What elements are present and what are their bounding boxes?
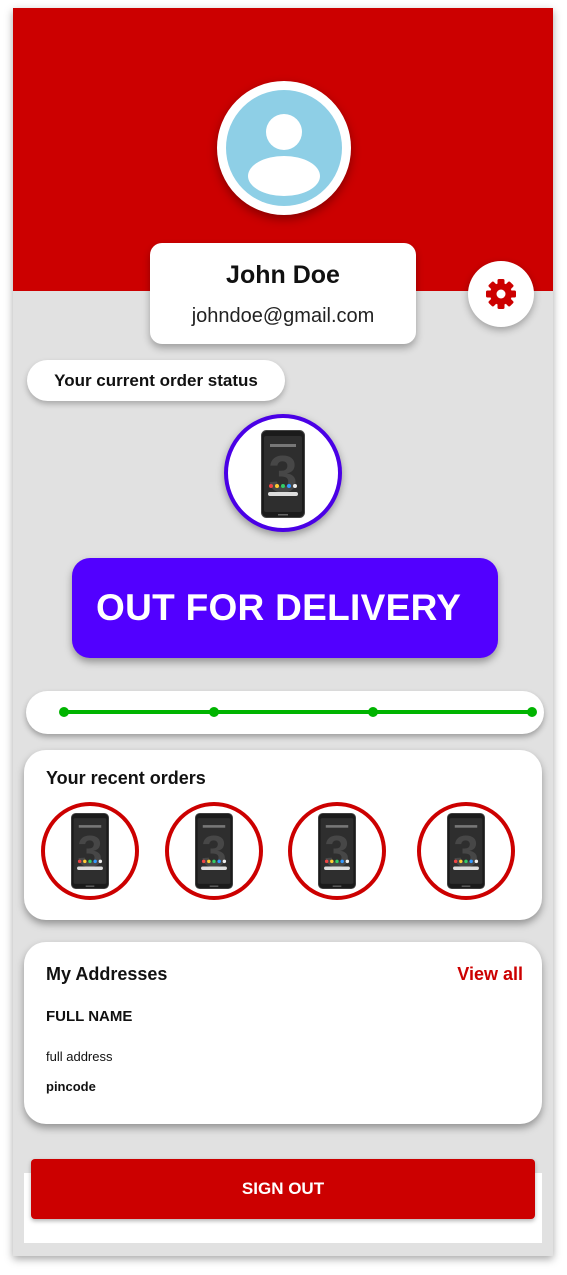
phone-product-image [318, 813, 356, 889]
order-progress-tracker [26, 691, 544, 734]
gear-icon [486, 279, 516, 309]
phone-product-image [447, 813, 485, 889]
address-full-name: FULL NAME [46, 1008, 133, 1025]
progress-step-dot [368, 707, 378, 717]
avatar[interactable] [217, 81, 351, 215]
recent-orders-card: Your recent orders [24, 750, 542, 920]
recent-order-item[interactable] [417, 802, 515, 900]
address-pincode: pincode [46, 1079, 96, 1094]
profile-screen: John Doe johndoe@gmail.com Your current … [13, 8, 553, 1256]
progress-step-dot [527, 707, 537, 717]
phone-product-image [260, 430, 306, 518]
phone-product-image [71, 813, 109, 889]
delivery-status-banner: OUT FOR DELIVERY [72, 558, 498, 658]
recent-order-item[interactable] [288, 802, 386, 900]
addresses-card: My Addresses View all FULL NAME full add… [24, 942, 542, 1124]
progress-step-dot [59, 707, 69, 717]
profile-name: John Doe [226, 261, 340, 289]
view-all-link[interactable]: View all [457, 964, 523, 985]
current-order-product[interactable] [224, 414, 342, 532]
settings-button[interactable] [468, 261, 534, 327]
recent-order-item[interactable] [41, 802, 139, 900]
sign-out-button[interactable]: SIGN OUT [31, 1159, 535, 1219]
addresses-title: My Addresses [46, 964, 168, 984]
address-full-address: full address [46, 1049, 113, 1064]
profile-card: John Doe johndoe@gmail.com [150, 243, 416, 344]
order-status-label: Your current order status [27, 360, 285, 401]
progress-step-dot [209, 707, 219, 717]
profile-email: johndoe@gmail.com [191, 305, 375, 327]
user-avatar-icon [226, 90, 342, 206]
phone-product-image [195, 813, 233, 889]
recent-order-item[interactable] [165, 802, 263, 900]
recent-orders-title: Your recent orders [46, 768, 206, 788]
